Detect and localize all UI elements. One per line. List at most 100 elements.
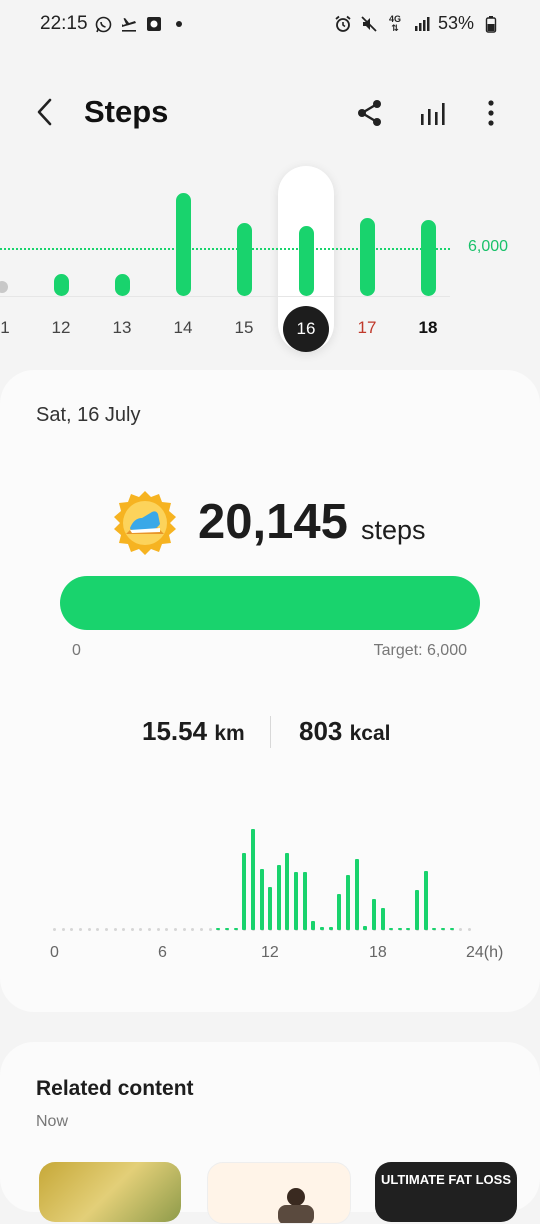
related-content-section: Related content Now ULTIMATE FAT LOSS — [0, 1042, 540, 1224]
status-time: 22:15 — [40, 13, 88, 34]
notification-dot-icon — [170, 15, 188, 33]
related-title: Related content — [36, 1077, 194, 1100]
target-label: 6,000 — [468, 238, 509, 255]
battery-percent: 53% — [437, 13, 474, 33]
day-bar-18[interactable] — [420, 220, 436, 296]
hour-baseline-dot — [156, 928, 160, 931]
hour-baseline-dot — [191, 928, 195, 931]
status-bar: 22:15 4G ⇅ 53% — [0, 0, 540, 50]
data-4g-icon: 4G ⇅ — [388, 13, 401, 33]
share-button[interactable] — [352, 95, 388, 131]
more-options-button[interactable] — [473, 95, 509, 131]
page-title: Steps — [84, 94, 169, 129]
hour-label: 24(h) — [466, 944, 504, 961]
hour-baseline-dot — [130, 928, 134, 931]
hour-bar — [371, 898, 376, 930]
steps-progress-bar — [60, 576, 480, 630]
selected-date: Sat, 16 July — [36, 404, 141, 426]
day-bar-15[interactable] — [236, 223, 252, 296]
day-bar-16[interactable] — [298, 225, 314, 296]
target-line — [0, 248, 450, 250]
flight-icon — [120, 15, 138, 33]
day-bar-12[interactable] — [53, 273, 69, 296]
hour-baseline-dot — [139, 928, 143, 931]
hour-bar — [259, 869, 264, 930]
related-subtitle: Now — [36, 1113, 69, 1130]
hour-bar — [285, 852, 290, 930]
distance-value: 15.54 — [142, 716, 208, 746]
battery-icon — [482, 15, 500, 33]
related-card-3[interactable]: ULTIMATE FAT LOSS — [375, 1162, 517, 1222]
hour-bar — [363, 925, 368, 930]
hour-bar — [302, 872, 307, 930]
whatsapp-icon — [95, 15, 113, 33]
hourly-steps-chart[interactable]: 0 6 12 18 24(h) — [0, 790, 540, 990]
hour-bar — [216, 928, 221, 930]
hour-baseline-dot — [148, 928, 152, 931]
calories-unit: kcal — [349, 722, 391, 745]
hour-baseline-dot — [208, 928, 212, 931]
day-label[interactable]: 15 — [224, 318, 264, 338]
alarm-icon — [334, 15, 352, 33]
day-label[interactable]: 13 — [102, 318, 142, 338]
related-card-2[interactable] — [207, 1162, 351, 1224]
day-label[interactable]: 1 — [0, 318, 25, 338]
trends-button[interactable] — [415, 95, 451, 131]
signal-icon — [412, 15, 430, 33]
progress-target-label: Target: 6,000 — [373, 642, 467, 659]
steps-count: 20,145 — [198, 495, 348, 549]
hour-bar — [423, 870, 428, 930]
app-header: Steps — [0, 78, 540, 148]
hour-baseline-dot — [104, 928, 108, 931]
hour-baseline-dot — [113, 928, 117, 931]
sneaker-badge-icon — [114, 491, 176, 555]
hour-bar — [294, 872, 299, 930]
hour-baseline-dot — [182, 928, 186, 931]
daily-steps-chart[interactable]: 6,000 1 12 13 14 15 16 17 18 — [0, 160, 540, 360]
chevron-left-icon — [37, 98, 52, 126]
hour-bar — [337, 894, 342, 930]
chart-baseline — [0, 296, 450, 297]
progress-start-label: 0 — [72, 642, 81, 659]
metric-divider — [270, 716, 271, 748]
hour-baseline-dot — [70, 928, 74, 931]
day-bar-13[interactable] — [114, 273, 130, 296]
hour-bar — [311, 921, 316, 930]
recorder-icon — [145, 15, 163, 33]
hour-baseline-dot — [53, 928, 56, 931]
hour-label: 18 — [369, 944, 387, 961]
hour-baseline-dot — [174, 928, 178, 931]
partial-day-marker — [0, 281, 8, 293]
hour-bar — [276, 864, 281, 930]
day-label-today[interactable]: 18 — [408, 318, 448, 338]
hour-bar — [320, 927, 325, 930]
hour-bar — [268, 886, 273, 930]
target-achieved-badge — [112, 490, 178, 556]
hour-baseline-dot — [78, 928, 82, 931]
hour-label: 12 — [261, 944, 279, 961]
hour-bar — [224, 928, 229, 930]
share-icon — [358, 100, 381, 126]
related-card-1[interactable] — [39, 1162, 181, 1222]
hour-bar — [380, 907, 385, 930]
selected-day-label[interactable]: 16 — [283, 306, 329, 352]
hour-bar — [354, 858, 359, 930]
day-label-weekend[interactable]: 17 — [347, 318, 387, 338]
day-bar-14[interactable] — [175, 192, 191, 296]
hour-bar — [250, 828, 255, 930]
steps-unit: steps — [361, 515, 426, 545]
distance-metric: 15.54 km — [142, 716, 245, 747]
hour-bar — [441, 928, 446, 930]
hour-bar — [449, 928, 454, 930]
day-label[interactable]: 12 — [41, 318, 81, 338]
day-bar-17[interactable] — [359, 218, 375, 296]
hour-baseline-dot — [96, 928, 100, 931]
hour-baseline-dot — [87, 928, 91, 931]
back-button[interactable] — [30, 92, 64, 132]
mute-icon — [360, 15, 378, 33]
hour-bar — [242, 852, 247, 930]
hour-bar — [389, 928, 394, 930]
day-label[interactable]: 14 — [163, 318, 203, 338]
hour-bar — [233, 928, 238, 930]
hour-bar — [328, 927, 333, 930]
